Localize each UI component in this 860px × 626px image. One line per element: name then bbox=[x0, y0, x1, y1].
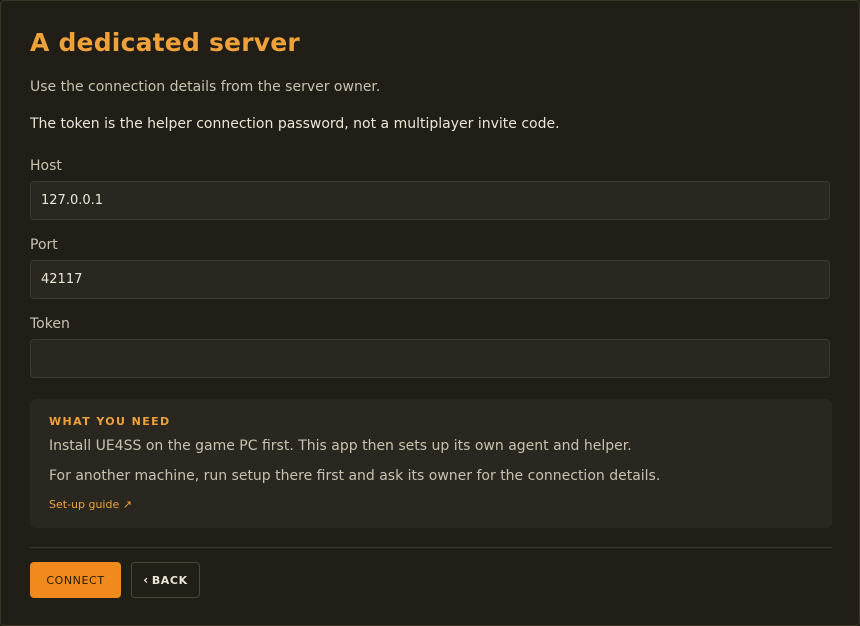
setup-guide-label: Set-up guide bbox=[49, 498, 120, 511]
back-button[interactable]: ‹ BACK bbox=[131, 562, 200, 598]
requirements-line: For another machine, run setup there fir… bbox=[49, 468, 661, 484]
connect-button[interactable]: CONNECT bbox=[30, 562, 121, 598]
back-label: BACK bbox=[151, 573, 188, 587]
page-description: Use the connection details from the serv… bbox=[30, 79, 381, 95]
port-input[interactable] bbox=[30, 260, 830, 299]
setup-guide-link[interactable]: Set-up guide ↗ bbox=[49, 498, 132, 511]
requirements-heading: WHAT YOU NEED bbox=[49, 415, 171, 428]
token-note: The token is the helper connection passw… bbox=[30, 116, 560, 132]
chevron-left-icon: ‹ bbox=[143, 573, 149, 587]
divider bbox=[30, 547, 832, 548]
port-label: Port bbox=[30, 237, 58, 253]
page-title: A dedicated server bbox=[30, 28, 300, 57]
host-input[interactable] bbox=[30, 181, 830, 220]
token-label: Token bbox=[30, 316, 70, 332]
external-link-icon: ↗ bbox=[122, 498, 132, 511]
connect-panel: A dedicated server Use the connection de… bbox=[0, 0, 860, 626]
requirements-box: WHAT YOU NEED Install UE4SS on the game … bbox=[30, 399, 832, 528]
requirements-line: Install UE4SS on the game PC first. This… bbox=[49, 438, 632, 454]
token-input[interactable] bbox=[30, 339, 830, 378]
host-label: Host bbox=[30, 158, 62, 174]
